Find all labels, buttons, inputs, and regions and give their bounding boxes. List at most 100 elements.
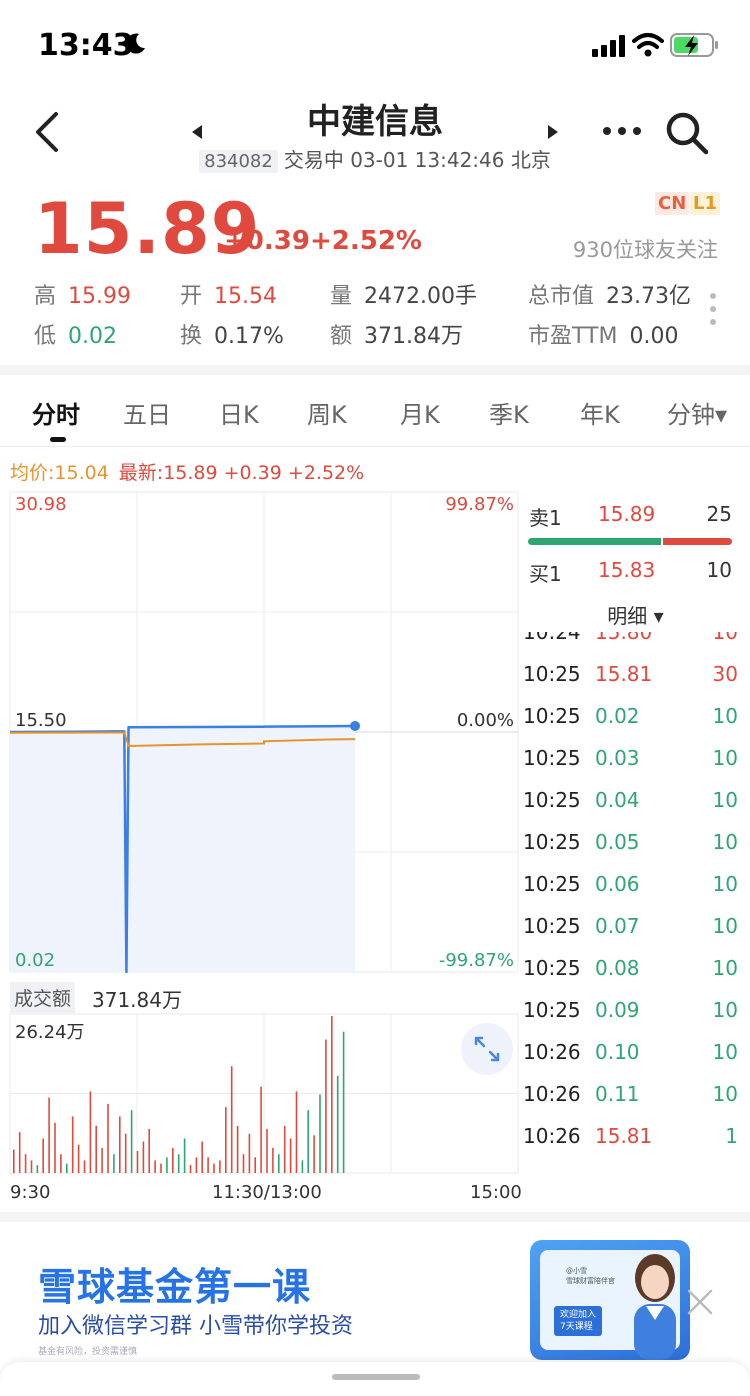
volume-bar [207,1157,209,1173]
tick-qty: 10 [712,788,738,812]
volume-bar [295,1091,298,1173]
volume-bar [230,1066,233,1173]
trading-status: 交易中 03-01 13:42:46 北京 [283,148,551,172]
fullscreen-expand-icon[interactable] [460,1022,514,1076]
volume-bar [24,1154,27,1173]
tick-qty: 10 [712,1040,738,1064]
intraday-chart[interactable] [0,490,520,1200]
volume-bar [301,1160,304,1173]
stock-sub-line: 834082 交易中 03-01 13:42:46 北京 [0,144,750,173]
more-icon[interactable] [602,124,642,138]
next-stock-icon[interactable] [546,124,560,140]
tick-qty: 10 [712,872,738,896]
volume-value: 371.84万 [92,988,182,1012]
tick-qty: 1 [725,1124,738,1148]
trade-tick-row: 10:26 15.81 1 [521,1124,750,1166]
trade-tick-row: 10:25 0.08 10 [521,956,750,998]
sell-ratio-fill [662,538,732,545]
volume-bar [183,1138,186,1173]
followers-count[interactable]: 930位球友关注 [573,234,718,264]
moon-icon [126,33,145,54]
volume-bar [307,1110,309,1173]
home-indicator [332,1374,420,1380]
tab-intraday[interactable]: 分时 [32,395,80,430]
search-icon[interactable] [664,110,710,156]
card-greeting: @小雪 雪球财富陪伴官 [566,1267,615,1285]
volume-bar [331,1016,333,1173]
stat-market-cap: 总市值 23.73亿 [528,284,691,309]
volume-bar [289,1138,292,1173]
y-axis-top-label: 30.98 [15,494,67,515]
volume-bar [130,1110,133,1173]
tick-time: 10:25 [523,704,581,728]
volume-bar [236,1125,239,1173]
stock-code: 834082 [199,150,278,173]
volume-bar [101,1147,103,1173]
banner-disclaimer: 基金有风险，投资需谨慎 [38,1347,138,1357]
banner-card: @小雪 雪球财富陪伴官 欢迎加入 7天课程 [530,1240,690,1360]
tab-minute[interactable]: 分钟▾ [667,395,727,430]
tick-qty: 10 [712,914,738,938]
trade-ticks-list[interactable]: 10:24 15.80 10 10:25 15.81 30 10:25 0.02 10 10:25… [521,632,750,1172]
tick-time: 10:26 [523,1040,581,1064]
tick-price: 0.09 [595,998,640,1022]
trade-tick-row: 10:26 0.10 10 [521,1040,750,1082]
prev-stock-icon[interactable] [190,124,204,140]
tick-time: 10:26 [523,1082,581,1106]
market-badge-cn: CN [655,192,690,215]
y-axis-mid-label: 15.50 [15,710,67,731]
volume-bar [172,1147,174,1173]
tick-time: 10:25 [523,872,581,896]
pct-axis-top-label: 99.87% [445,494,514,515]
tab-five-day[interactable]: 五日 [123,395,171,430]
mascot-avatar-icon [634,1254,676,1360]
stat-high: 高 15.99 [34,284,131,309]
volume-bar [336,1075,339,1173]
expand-stats-icon[interactable] [708,292,718,326]
tick-qty: 10 [712,704,738,728]
tick-price: 0.07 [595,914,640,938]
active-tab-indicator [50,437,66,442]
tick-qty: 10 [712,632,738,644]
card-tag: 欢迎加入 7天课程 [554,1306,603,1336]
close-icon[interactable] [686,1288,714,1316]
tick-price: 15.80 [595,632,653,644]
tab-quarterly-k[interactable]: 季K [489,395,529,430]
latest-price-dot [350,720,361,731]
tab-monthly-k[interactable]: 月K [400,395,440,430]
trade-tick-row: 10:25 0.06 10 [521,872,750,914]
tab-weekly-k[interactable]: 周K [307,395,347,430]
volume-bar [213,1163,215,1173]
volume-bar [342,1031,345,1173]
clock: 13:43 [38,28,134,63]
detail-toggle[interactable]: 明细 ▾ [521,600,750,629]
volume-label: 成交额 [10,982,76,1013]
tick-price: 0.10 [595,1040,640,1064]
volume-bar [160,1163,162,1173]
tick-qty: 10 [712,1082,738,1106]
pct-axis-mid-label: 0.00% [456,710,514,731]
volume-bar [154,1160,156,1173]
trade-tick-row: 10:25 0.03 10 [521,746,750,788]
tick-time: 10:25 [523,914,581,938]
volume-bar [71,1116,74,1173]
tab-yearly-k[interactable]: 年K [580,395,620,430]
banner-title: 雪球基金第一课 [38,1265,312,1309]
stat-pe-ttm: 市盈TTM 0.00 [528,324,679,349]
tab-daily-k[interactable]: 日K [219,395,259,430]
volume-bar [313,1135,315,1173]
buy-sell-ratio-bar [528,538,732,545]
tick-qty: 30 [712,662,738,686]
tick-qty: 10 [712,830,738,854]
tick-price: 0.02 [595,704,640,728]
banner-subtitle: 加入微信学习群 小雪带你学投资 [38,1314,353,1339]
tick-time: 10:25 [523,998,581,1022]
volume-bar [283,1125,286,1173]
tick-time: 10:25 [523,662,581,686]
price-change-percent: +2.52% [310,226,422,256]
volume-bar [36,1165,39,1173]
volume-bar [319,1094,321,1173]
stat-turnover: 换 0.17% [180,324,284,349]
chart-legend: 均价:15.04 最新:15.89 +0.39 +2.52% [10,458,364,485]
level-badge-l1[interactable]: L1 [690,192,720,215]
